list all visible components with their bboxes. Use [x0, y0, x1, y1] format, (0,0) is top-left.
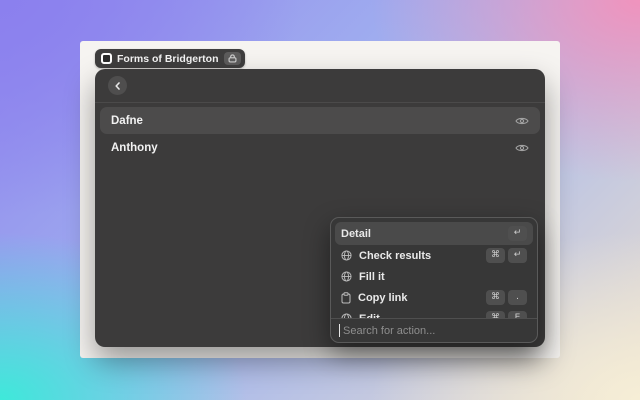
app-tag[interactable]: Forms of Bridgerton: [95, 49, 245, 68]
back-button[interactable]: [108, 76, 127, 95]
globe-icon: [341, 271, 352, 282]
action-item-detail[interactable]: Detail ↵: [335, 222, 533, 245]
action-item-edit[interactable]: Edit ⌘ E: [335, 308, 533, 318]
action-item-copy-link[interactable]: Copy link ⌘ .: [335, 287, 533, 308]
cmd-key-badge: ⌘: [486, 311, 505, 318]
chevron-left-icon: [114, 82, 122, 90]
list-item-label: Anthony: [111, 142, 158, 154]
cmd-key-badge: ⌘: [486, 290, 505, 305]
period-key-badge: .: [508, 290, 527, 305]
screenshot-card: Forms of Bridgerton: [80, 41, 560, 358]
return-key-badge: ↵: [508, 226, 527, 241]
lock-icon: [224, 52, 241, 65]
action-item-label: Fill it: [359, 271, 527, 283]
action-search-input[interactable]: [341, 325, 529, 337]
eye-icon: [515, 116, 529, 126]
action-item-label: Copy link: [358, 292, 479, 304]
action-item-label: Check results: [359, 250, 479, 262]
clipboard-icon: [341, 292, 351, 304]
action-item-check-results[interactable]: Check results ⌘ ↵: [335, 245, 533, 266]
form-app-icon: [101, 53, 112, 64]
app-tag-label: Forms of Bridgerton: [117, 53, 219, 65]
globe-icon: [341, 250, 352, 261]
list-item-anthony[interactable]: Anthony: [100, 134, 540, 161]
list-item-dafne[interactable]: Dafne: [100, 107, 540, 134]
desktop-background: Forms of Bridgerton: [0, 0, 640, 400]
results-list: Dafne Anthony: [95, 103, 545, 161]
action-item-fill-it[interactable]: Fill it: [335, 266, 533, 287]
action-item-label: Detail: [341, 228, 501, 240]
action-search-bar: [331, 318, 537, 342]
main-panel: Dafne Anthony: [95, 69, 545, 347]
eye-icon: [515, 143, 529, 153]
return-key-badge: ↵: [508, 248, 527, 263]
panel-header: [95, 69, 545, 102]
e-key-badge: E: [508, 311, 527, 318]
cmd-key-badge: ⌘: [486, 248, 505, 263]
text-caret: [339, 324, 340, 337]
action-menu: Detail ↵ Check results: [330, 217, 538, 343]
action-menu-items: Detail ↵ Check results: [331, 218, 537, 318]
list-item-label: Dafne: [111, 115, 143, 127]
